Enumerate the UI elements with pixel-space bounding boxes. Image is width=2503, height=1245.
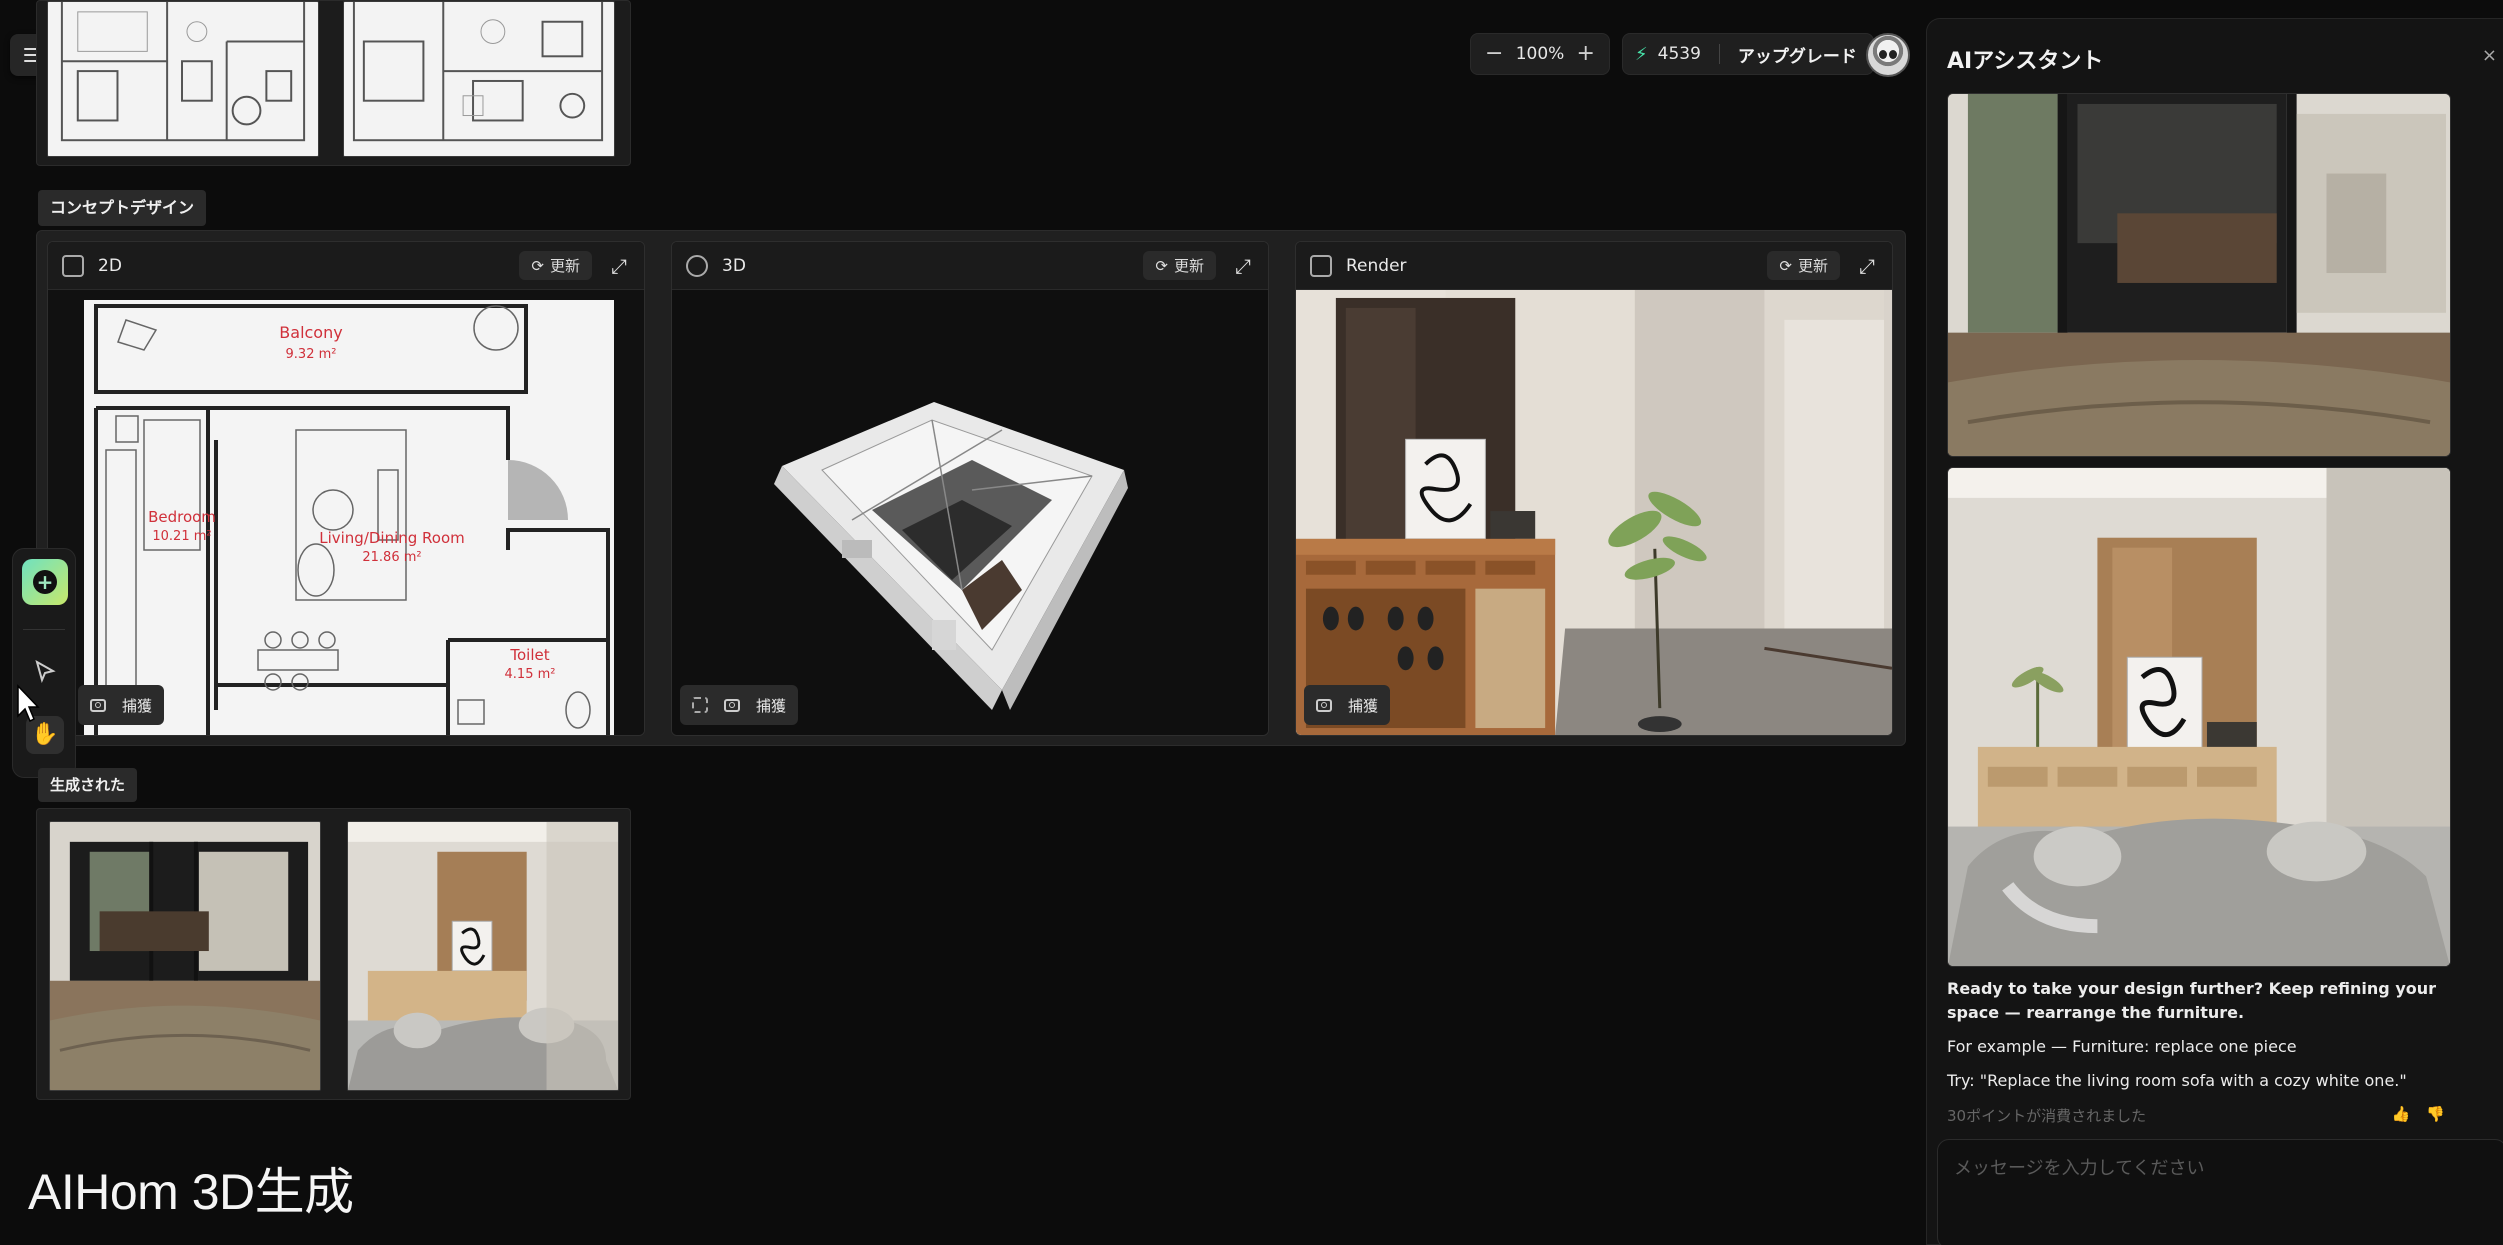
feedback-icons: 👍👎 [2392, 1105, 2461, 1123]
chat-input[interactable] [1938, 1140, 2503, 1197]
refresh-label: 更新 [1173, 257, 1204, 275]
chat-input-box[interactable] [1937, 1139, 2503, 1245]
mouse-cursor-icon [17, 684, 40, 723]
refresh-label: 更新 [1797, 257, 1828, 275]
credit-count: 4539 [1657, 44, 1701, 64]
camera-icon[interactable] [1316, 698, 1332, 712]
card-header: Render ⟳ 更新 ⤢ [1296, 242, 1892, 290]
ai-image-bedroom[interactable] [1947, 93, 2451, 457]
card-header: 2D ⟳ 更新 ⤢ [48, 242, 644, 290]
refresh-label: 更新 [549, 257, 580, 275]
room-area-bedroom: 10.21 m² [152, 529, 211, 544]
refresh-button[interactable]: ⟳ 更新 [1143, 251, 1216, 280]
ai-assistant-panel: AIアシスタント × Ready to take your design fur… [1926, 18, 2503, 1245]
concept-design-label: コンセプトデザイン [38, 190, 207, 226]
capture-button[interactable]: 捕獲 [1348, 695, 1378, 716]
camera-icon[interactable] [724, 698, 740, 712]
refresh-icon: ⟳ [531, 256, 544, 275]
floorplan-icon [62, 254, 84, 277]
ai-panel-title: AIアシスタント [1947, 49, 2104, 74]
card-render[interactable]: Render ⟳ 更新 ⤢ 捕獲 [1295, 241, 1893, 736]
capture-bar: 捕獲 [78, 685, 165, 725]
ai-message-try: Try: "Replace the living room sofa with … [1947, 1071, 2407, 1090]
room-label-living: Living/Dining Room [319, 529, 465, 547]
refresh-icon: ⟳ [1779, 256, 1792, 275]
cube-icon [686, 254, 708, 277]
zoom-control: − 100% + [1470, 33, 1610, 75]
3d-model-view[interactable]: 捕獲 [672, 290, 1268, 735]
generated-image-bedroom[interactable] [49, 821, 321, 1091]
zoom-level: 100% [1515, 44, 1565, 64]
bolt-icon: ⚡ [1635, 43, 1648, 65]
card-3d[interactable]: 3D ⟳ 更新 ⤢ 捕獲 [671, 241, 1269, 736]
capture-bar: 捕獲 [1304, 685, 1391, 725]
tool-sidebar: + ✋ [12, 548, 76, 778]
expand-icon[interactable]: ⤢ [1232, 255, 1254, 277]
generated-gallery [36, 808, 631, 1100]
plus-icon: + [33, 570, 57, 594]
zoom-in-button[interactable]: + [1577, 43, 1595, 65]
capture-button[interactable]: 捕獲 [122, 695, 152, 716]
card-title: 2D [98, 255, 122, 276]
room-label-toilet: Toilet [509, 646, 549, 664]
card-title: 3D [722, 255, 746, 276]
thumbs-down-icon[interactable]: 👎 [2426, 1105, 2461, 1123]
room-label-bedroom: Bedroom [148, 508, 216, 526]
floorplan-thumbnail-2[interactable] [343, 1, 615, 157]
floorplan-thumbnail-1[interactable] [47, 1, 319, 157]
video-caption: AIHom 3D生成 [28, 1164, 354, 1220]
zoom-out-button[interactable]: − [1485, 43, 1503, 65]
refresh-icon: ⟳ [1155, 256, 1168, 275]
room-area-toilet: 4.15 m² [505, 667, 556, 682]
close-icon[interactable]: × [2482, 45, 2497, 66]
floorplan-thumbnails-frame [36, 0, 631, 166]
card-header: 3D ⟳ 更新 ⤢ [672, 242, 1268, 290]
select-tool-icon[interactable] [33, 659, 57, 683]
generated-image-entry[interactable] [347, 821, 619, 1091]
floorplan-view[interactable]: Balcony 9.32 m² Bedroom 10.21 m² Living/… [48, 290, 644, 735]
ai-image-entry[interactable] [1947, 467, 2451, 967]
render-view[interactable]: 捕獲 [1296, 290, 1892, 735]
thumbs-up-icon[interactable]: 👍 [2392, 1105, 2427, 1123]
refresh-button[interactable]: ⟳ 更新 [519, 251, 592, 280]
room-area-balcony: 9.32 m² [286, 347, 337, 362]
generated-label: 生成された [38, 768, 138, 802]
camera-icon[interactable] [90, 698, 106, 712]
upgrade-button[interactable]: アップグレード [1738, 42, 1857, 67]
ai-message-intro: Ready to take your design further? Keep … [1947, 979, 2437, 1022]
room-label-balcony: Balcony [279, 323, 342, 342]
ai-message-example: For example — Furniture: replace one pie… [1947, 1037, 2297, 1056]
capture-bar: 捕獲 [680, 685, 799, 725]
refresh-button[interactable]: ⟳ 更新 [1767, 251, 1840, 280]
expand-icon[interactable]: ⤢ [608, 255, 630, 277]
points-used-note: 30ポイントが消費されました [1947, 1107, 2147, 1125]
credit-pill: ⚡ 4539 アップグレード [1622, 33, 1874, 75]
card-2d[interactable]: 2D ⟳ 更新 ⤢ Balcony 9.32 m² Bedroom 10.21 … [47, 241, 645, 736]
expand-icon[interactable]: ⤢ [1856, 255, 1878, 277]
concept-design-panel: 2D ⟳ 更新 ⤢ Balcony 9.32 m² Bedroom 10.21 … [36, 230, 1906, 746]
room-area-living: 21.86 m² [362, 550, 421, 565]
card-title: Render [1346, 255, 1407, 276]
avatar[interactable] [1866, 33, 1910, 77]
add-button[interactable]: + [22, 559, 68, 605]
scan-icon[interactable] [692, 697, 708, 713]
render-icon [1310, 254, 1332, 277]
capture-button[interactable]: 捕獲 [756, 695, 786, 716]
